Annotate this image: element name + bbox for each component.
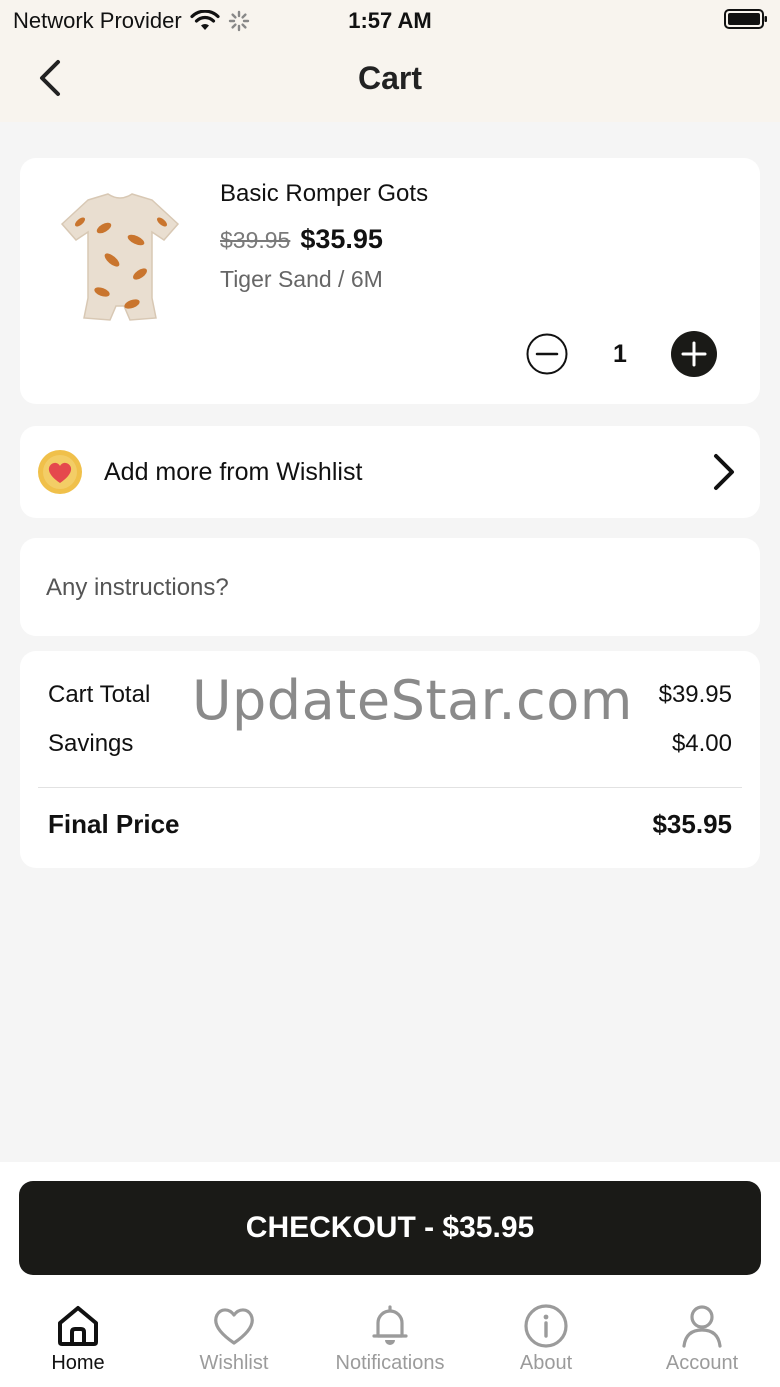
top-bar: Network Provider 1:57 AM Cart [0, 0, 780, 122]
tab-bar: Home Wishlist Notifications About Accoun… [0, 1302, 780, 1387]
bell-icon [372, 1305, 408, 1345]
tab-notifications[interactable]: Notifications [312, 1302, 468, 1375]
original-price: $39.95 [220, 227, 291, 253]
home-icon [58, 1306, 98, 1346]
decrease-quantity-button[interactable] [526, 333, 568, 375]
heart-icon [214, 1308, 254, 1345]
heart-badge-icon [38, 450, 82, 494]
bottom-panel: CHECKOUT - $35.95 Home Wishlist Notifica… [0, 1162, 780, 1387]
final-price-label: Final Price [48, 809, 180, 839]
checkout-button[interactable]: CHECKOUT - $35.95 [19, 1181, 761, 1275]
savings-label: Savings [48, 730, 134, 757]
user-icon [682, 1305, 722, 1348]
price-summary-card: Cart Total $39.95 Savings $4.00 Final Pr… [20, 651, 760, 868]
tab-account[interactable]: Account [624, 1302, 780, 1375]
product-image[interactable] [60, 188, 180, 328]
instructions-input[interactable] [46, 568, 736, 608]
tab-label-about: About [519, 1352, 573, 1374]
tab-home[interactable]: Home [0, 1302, 156, 1375]
cart-total-value: $39.95 [658, 681, 732, 708]
tab-label-home: Home [51, 1352, 105, 1374]
final-price-value: $35.95 [652, 809, 732, 839]
page-title: Cart [357, 60, 422, 96]
tab-about[interactable]: About [468, 1302, 624, 1375]
summary-divider [38, 787, 742, 788]
sale-price: $35.95 [300, 224, 383, 254]
chevron-right-icon [714, 454, 734, 490]
cart-total-label: Cart Total [48, 681, 151, 708]
savings-row: Savings $4.00 [48, 730, 732, 758]
status-bar: Network Provider 1:57 AM [0, 0, 780, 40]
tab-label-wishlist: Wishlist [199, 1352, 269, 1374]
watermark-text: UpdateStar.com [192, 669, 633, 732]
final-price-row: Final Price $35.95 [48, 809, 732, 840]
status-time: 1:57 AM [348, 8, 432, 33]
cart-item-card: Basic Romper Gots $39.95 $35.95 Tiger Sa… [20, 158, 760, 404]
tab-label-notifications: Notifications [335, 1352, 445, 1374]
wishlist-link-label: Add more from Wishlist [104, 458, 363, 486]
price-row: $39.95 $35.95 [220, 224, 383, 255]
add-from-wishlist-row[interactable]: Add more from Wishlist [20, 426, 760, 518]
tab-label-account: Account [665, 1352, 739, 1374]
savings-value: $4.00 [671, 730, 732, 757]
info-icon [524, 1304, 568, 1348]
product-name[interactable]: Basic Romper Gots [220, 180, 428, 208]
product-variant: Tiger Sand / 6M [220, 266, 383, 292]
instructions-card [20, 538, 760, 636]
battery-icon [724, 9, 767, 29]
tab-wishlist[interactable]: Wishlist [156, 1302, 312, 1375]
increase-quantity-button[interactable] [671, 331, 717, 377]
quantity-value: 1 [613, 340, 627, 368]
